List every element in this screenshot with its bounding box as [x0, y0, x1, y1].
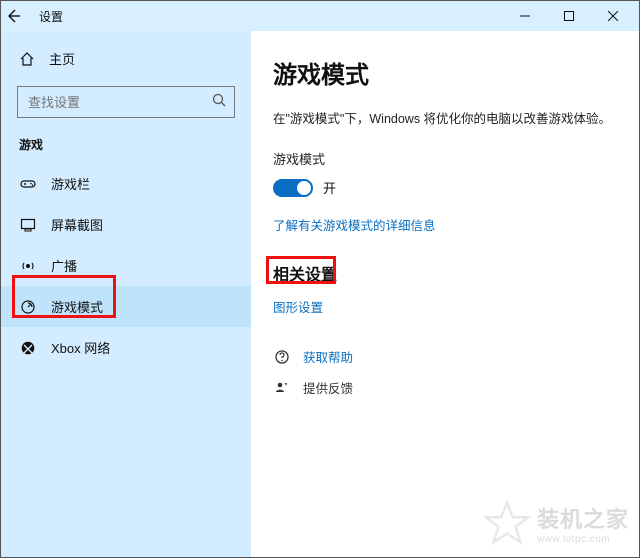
related-settings-heading: 相关设置 — [273, 261, 617, 285]
search-input[interactable] — [17, 86, 235, 118]
learn-more-link[interactable]: 了解有关游戏模式的详细信息 — [273, 215, 436, 234]
window-controls — [503, 1, 635, 31]
toggle-row: 开 — [273, 178, 617, 197]
body: 主页 游戏 游戏栏 — [1, 31, 639, 557]
help-block: 获取帮助 提供反馈 — [273, 347, 617, 397]
page-description: 在"游戏模式"下，Windows 将优化你的电脑以改善游戏体验。 — [273, 108, 617, 127]
home-label: 主页 — [49, 49, 75, 68]
settings-window: 设置 主页 — [0, 0, 640, 558]
minimize-icon — [520, 11, 530, 21]
section-label: 游戏 — [1, 128, 251, 163]
captures-icon — [19, 216, 37, 234]
feedback-icon — [273, 379, 291, 397]
give-feedback-row[interactable]: 提供反馈 — [273, 378, 617, 397]
maximize-button[interactable] — [547, 1, 591, 31]
arrow-left-icon — [5, 8, 21, 24]
sidebar: 主页 游戏 游戏栏 — [1, 31, 251, 557]
content-pane: 游戏模式 在"游戏模式"下，Windows 将优化你的电脑以改善游戏体验。 游戏… — [251, 31, 639, 557]
page-title: 游戏模式 — [273, 55, 617, 90]
get-help-label: 获取帮助 — [303, 347, 353, 366]
titlebar: 设置 — [1, 1, 639, 31]
home-icon — [19, 51, 35, 67]
nav-item-broadcasting[interactable]: 广播 — [1, 245, 251, 286]
toggle-knob — [297, 181, 311, 195]
nav-label: 游戏栏 — [51, 174, 90, 193]
give-feedback-label: 提供反馈 — [303, 378, 353, 397]
xbox-icon — [19, 339, 37, 357]
toggle-state: 开 — [323, 178, 336, 197]
maximize-icon — [564, 11, 574, 21]
nav-label: 游戏模式 — [51, 297, 103, 316]
nav-label: Xbox 网络 — [51, 338, 110, 357]
help-icon — [273, 348, 291, 366]
close-button[interactable] — [591, 1, 635, 31]
back-button[interactable] — [5, 8, 35, 24]
home-button[interactable]: 主页 — [1, 39, 251, 78]
toggle-label: 游戏模式 — [273, 149, 617, 168]
nav-list: 游戏栏 屏幕截图 广播 — [1, 163, 251, 368]
nav-label: 广播 — [51, 256, 77, 275]
game-mode-toggle[interactable] — [273, 179, 313, 197]
game-bar-icon — [19, 175, 37, 193]
nav-item-xbox-networking[interactable]: Xbox 网络 — [1, 327, 251, 368]
nav-label: 屏幕截图 — [51, 215, 103, 234]
search-icon — [211, 92, 227, 108]
window-title: 设置 — [39, 8, 503, 25]
minimize-button[interactable] — [503, 1, 547, 31]
close-icon — [608, 11, 618, 21]
nav-item-game-mode[interactable]: 游戏模式 — [1, 286, 251, 327]
graphics-settings-link[interactable]: 图形设置 — [273, 297, 323, 316]
nav-item-game-bar[interactable]: 游戏栏 — [1, 163, 251, 204]
search-wrap — [17, 86, 235, 118]
get-help-row[interactable]: 获取帮助 — [273, 347, 617, 366]
nav-item-captures[interactable]: 屏幕截图 — [1, 204, 251, 245]
game-mode-icon — [19, 298, 37, 316]
broadcast-icon — [19, 257, 37, 275]
search-box[interactable] — [17, 86, 235, 118]
